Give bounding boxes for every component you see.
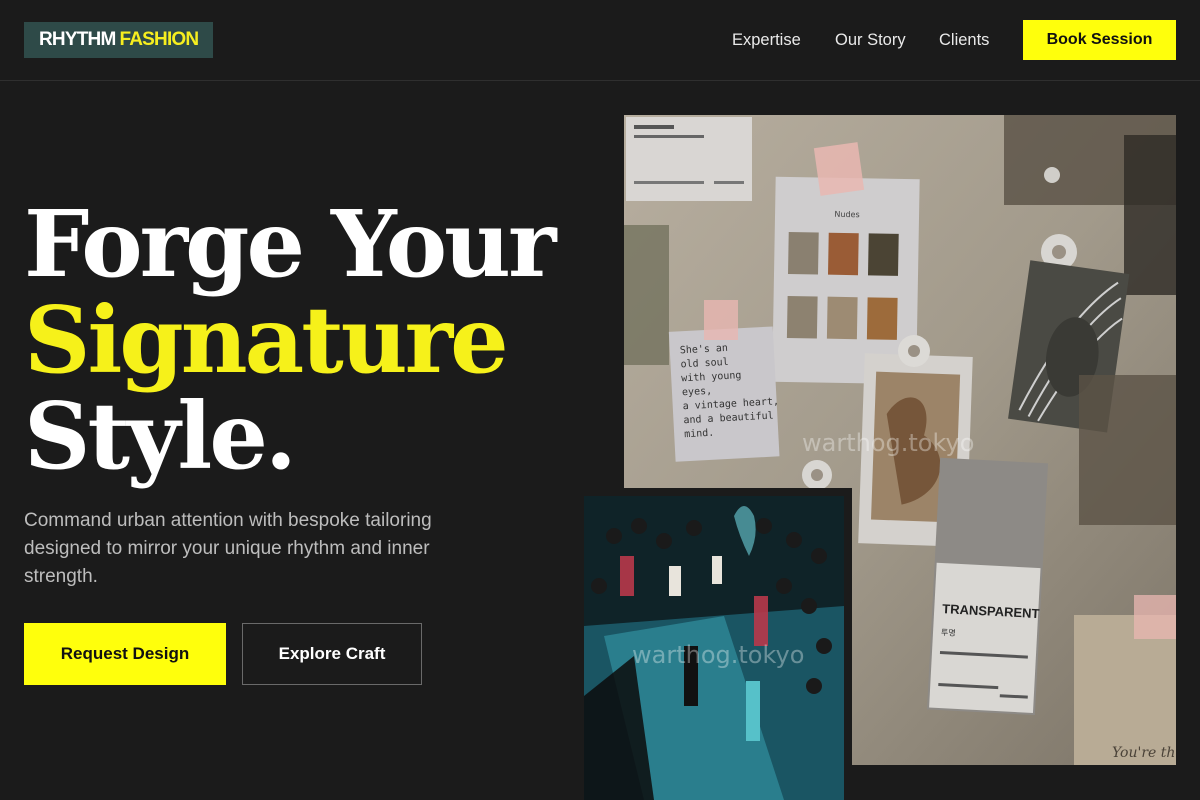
- transparent-card-subtitle: 투명: [941, 627, 956, 638]
- nav-link-clients[interactable]: Clients: [939, 30, 989, 50]
- hero-subtitle: Command urban attention with bespoke tai…: [24, 510, 432, 587]
- nav-link-expertise[interactable]: Expertise: [732, 30, 801, 50]
- brand-word-rhythm: RHYTHM: [39, 29, 116, 50]
- swatch-title: Nudes: [834, 210, 859, 219]
- watermark-secondary: warthog.tokyo: [632, 641, 805, 669]
- hero-title: Forge Your Signature Style.: [24, 190, 556, 490]
- brand-word-fashion: FASHION: [119, 29, 199, 50]
- brand-logo[interactable]: RHYTHM FASHION: [24, 22, 214, 58]
- request-design-button[interactable]: Request Design: [24, 623, 226, 685]
- nav-link-our-story[interactable]: Our Story: [835, 30, 906, 50]
- hero-title-line-2: Signature: [24, 286, 509, 394]
- watermark-main: warthog.tokyo: [802, 429, 975, 457]
- top-nav: RHYTHM FASHION Expertise Our Story Clien…: [0, 0, 1200, 81]
- hero-title-line-3: Style.: [24, 382, 297, 490]
- scribble-text: You're the: [1112, 745, 1176, 761]
- book-session-button[interactable]: Book Session: [1023, 20, 1176, 60]
- hero-title-line-1: Forge Your: [24, 190, 556, 298]
- runway-image: warthog.tokyo: [584, 496, 844, 800]
- explore-craft-button[interactable]: Explore Craft: [242, 623, 422, 685]
